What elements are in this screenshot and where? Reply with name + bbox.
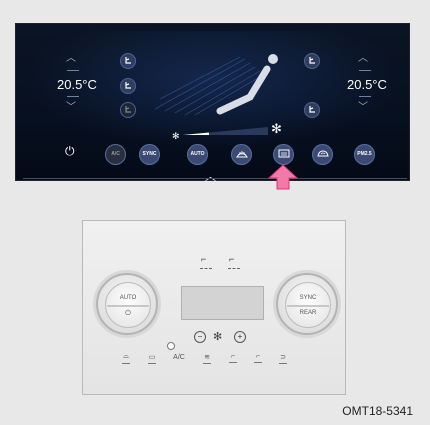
- max-defrost-button[interactable]: [231, 144, 252, 165]
- ac-button[interactable]: A/C: [105, 144, 126, 165]
- left-temperature-knob[interactable]: AUTO ⏻: [96, 273, 158, 335]
- max-defrost-icon: [235, 151, 248, 158]
- temp-left-value: 20.5°C: [57, 77, 97, 92]
- temp-right-value: 20.5°C: [347, 77, 387, 92]
- screen-bottom-edge: [23, 178, 407, 179]
- left-knob-face: AUTO ⏻: [105, 282, 151, 328]
- right-knob-divider: [287, 305, 329, 307]
- temp-right-down-icon[interactable]: ﹀: [358, 103, 368, 113]
- rear-defrost-panel-button[interactable]: ▭: [145, 353, 159, 364]
- fan-low-icon[interactable]: ✻: [172, 131, 180, 142]
- callout-arrow-icon: [268, 164, 298, 190]
- fan-high-icon[interactable]: ✻: [271, 121, 282, 137]
- panel-display: [181, 286, 264, 320]
- fan-increase-button[interactable]: +: [234, 331, 246, 343]
- sync-button-label: SYNC: [142, 151, 157, 157]
- seat-ventilation-icon[interactable]: [120, 78, 136, 94]
- figure-code: OMT18-5341: [342, 404, 413, 418]
- front-defrost-button[interactable]: ⌓: [119, 353, 133, 364]
- right-knob-face: SYNC REAR: [285, 282, 331, 328]
- temp-left-up-icon[interactable]: ︿: [66, 54, 76, 64]
- recirculation-button[interactable]: [312, 144, 333, 165]
- temp-right-up-icon[interactable]: ︿: [358, 54, 368, 64]
- left-knob-divider: [107, 305, 149, 307]
- indicator-light: [167, 342, 175, 350]
- ac-panel-label: A/C: [173, 354, 185, 361]
- fan-decrease-button[interactable]: −: [194, 331, 206, 343]
- pm25-button[interactable]: PM2.5: [354, 144, 375, 165]
- temp-left-down-icon[interactable]: ﹀: [66, 103, 76, 113]
- left-knob-power-icon[interactable]: ⏻: [99, 310, 157, 318]
- seat-heat-level-indicator: [200, 268, 212, 270]
- temp-right-divider: [359, 70, 371, 71]
- temp-left-divider: [67, 96, 79, 97]
- rear-defrost-icon: [278, 149, 289, 158]
- climate-touch-screen: ︿ 20.5°C ﹀ ︿ 20.5°C ﹀ ✻ ✻ ⏻ A/C SYNC AUT…: [15, 23, 410, 184]
- seat-ventilation-level-indicator: [228, 268, 240, 270]
- seat-massage-icon[interactable]: [120, 102, 136, 118]
- recirculation-panel-button[interactable]: ⊃: [276, 353, 290, 364]
- seat-heat-row-button[interactable]: ⌐: [226, 353, 240, 363]
- fan-icon: ✻: [213, 331, 223, 343]
- ac-button-label: A/C: [111, 151, 120, 157]
- left-knob-auto-label: AUTO: [119, 295, 137, 301]
- right-temperature-knob[interactable]: SYNC REAR: [276, 273, 338, 335]
- fan-speed-slider[interactable]: [183, 126, 268, 136]
- seat-heat-icon[interactable]: [120, 53, 136, 69]
- right-knob-rear-label: REAR: [299, 310, 317, 316]
- physical-control-panel: AUTO ⏻ SYNC REAR ⌐ ⌐ − ✻ + ⌓ ▭ A/C ≋ ⌐ ⌐…: [82, 220, 346, 395]
- pm25-button-label: PM2.5: [357, 151, 372, 157]
- sync-button[interactable]: SYNC: [139, 144, 160, 165]
- ac-panel-button[interactable]: A/C: [172, 354, 186, 361]
- temp-right-divider: [359, 96, 371, 97]
- seat-ventilation-button-icon[interactable]: ⌐: [229, 254, 234, 264]
- right-knob-sync-label: SYNC: [299, 295, 317, 301]
- seat-ventilation-row-button[interactable]: ⌐: [251, 353, 265, 363]
- seat-ventilation-right-icon[interactable]: [304, 102, 320, 118]
- air-distribution-button[interactable]: ≋: [200, 353, 214, 364]
- power-icon[interactable]: ⏻: [65, 144, 75, 159]
- rear-defrost-button[interactable]: [273, 144, 294, 165]
- seat-airflow-illustration-icon: [155, 54, 278, 116]
- seat-heat-button-icon[interactable]: ⌐: [201, 254, 206, 264]
- expand-chevron-up-icon[interactable]: ︿: [205, 168, 216, 184]
- recirculation-icon: [316, 150, 329, 157]
- temp-left-divider: [67, 70, 79, 71]
- seat-heat-right-icon[interactable]: [304, 53, 320, 69]
- auto-button[interactable]: AUTO: [187, 144, 208, 165]
- auto-button-label: AUTO: [190, 151, 205, 157]
